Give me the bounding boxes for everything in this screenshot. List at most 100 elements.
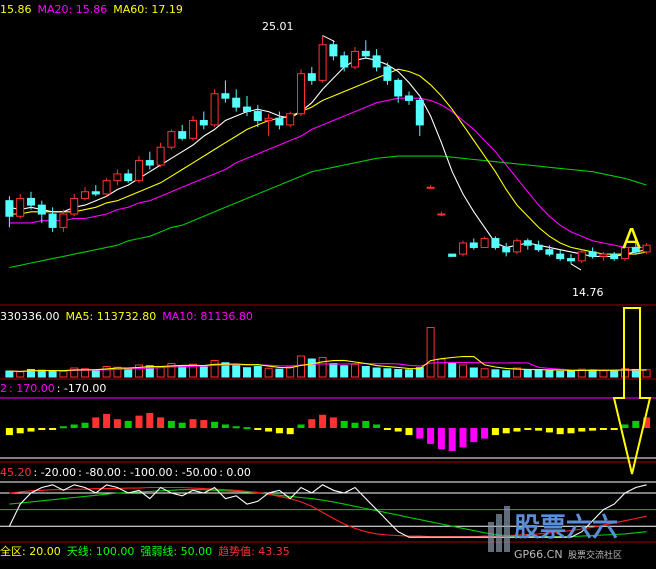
volume-bar-39	[426, 327, 435, 378]
volume-bar-9	[102, 366, 111, 378]
ind1-bar-4	[49, 428, 57, 430]
candle-body-14	[156, 146, 165, 166]
vol-ma5-legend: MA5: 113732.80	[65, 310, 157, 323]
ind1-bar-44	[481, 428, 489, 439]
ind1-bar-54	[589, 428, 597, 431]
candle-body-41	[448, 253, 457, 257]
candle-body-13	[145, 160, 154, 166]
candle-body-51	[556, 253, 565, 260]
ma10-line	[9, 68, 647, 255]
ma10-legend: 15.86	[0, 3, 32, 16]
volume-bar-16	[178, 365, 187, 378]
high-price-label: 25.01	[262, 20, 294, 33]
candle-body-28	[307, 73, 316, 81]
volume-bar-18	[199, 366, 208, 378]
ind1-bar-22	[243, 427, 251, 430]
volume-bar-24	[264, 367, 273, 378]
candle-body-0	[5, 200, 14, 217]
candle-body-17	[188, 119, 198, 139]
price-legend: 15.86 MA20: 15.86 MA60: 17.19	[0, 3, 189, 16]
ind1-bar-7	[81, 422, 89, 428]
ind1-bar-58	[632, 420, 640, 428]
ma20-line	[9, 97, 647, 248]
volume-bar-22	[242, 367, 252, 378]
ind1-bar-28	[308, 419, 316, 428]
candle-body-37	[404, 95, 414, 101]
volume-bar-33	[361, 366, 370, 378]
candle-body-31	[340, 55, 349, 68]
candle-body-24	[264, 117, 273, 121]
candle-body-47	[512, 240, 522, 253]
gp66-logo: 股票六六 GP66.CN 股票交流社区	[488, 502, 656, 565]
candle-body-53	[577, 251, 586, 262]
candle-body-48	[523, 240, 532, 246]
ind1-bar-43	[470, 428, 478, 443]
volume-bar-42	[458, 364, 468, 378]
volume-bar-50	[545, 370, 554, 378]
volume-bar-23	[253, 366, 262, 378]
logo-name: 股票六六	[514, 513, 618, 543]
candle-body-7	[80, 191, 90, 199]
candle-body-38	[415, 99, 424, 126]
ind1-bar-23	[254, 428, 262, 430]
signal-letter: A	[622, 222, 642, 255]
ind1-bar-45	[491, 428, 499, 436]
ind1-bar-25	[275, 428, 283, 434]
ind1-bar-47	[513, 428, 521, 432]
candle-body-11	[124, 173, 133, 182]
ind1-bar-5	[59, 426, 67, 429]
candle-body-12	[134, 160, 144, 182]
ind1-bar-39	[427, 428, 435, 444]
volume-bar-36	[394, 369, 403, 378]
ind1-bar-50	[545, 428, 553, 433]
volume-bar-54	[588, 369, 597, 378]
volume-bar-46	[502, 370, 511, 378]
volume-bar-0	[5, 370, 14, 378]
ind1-bar-55	[599, 428, 607, 430]
price-panel	[5, 35, 651, 271]
candle-body-45	[491, 238, 500, 248]
volume-bar-13	[145, 365, 154, 378]
ind1-bar-52	[567, 428, 575, 434]
ind2-value4: : -100.00	[122, 466, 173, 479]
ind1-bar-8	[92, 417, 100, 428]
candle-body-42	[458, 242, 468, 255]
candle-body-49	[534, 244, 543, 251]
ind1-bar-34	[373, 424, 381, 428]
volume-bar-49	[534, 369, 543, 378]
candle-body-39	[426, 186, 435, 189]
ind1-bar-33	[362, 420, 370, 428]
volume-value: 330336.00	[0, 310, 60, 323]
ind1-bar-14	[157, 417, 165, 428]
ind1-bar-9	[103, 413, 111, 428]
ma60-legend: MA60: 17.19	[113, 3, 183, 16]
ind1-bar-20	[221, 424, 229, 428]
candle-body-55	[599, 253, 608, 257]
ind1-bar-32	[351, 422, 359, 428]
candle-body-59	[642, 244, 651, 253]
volume-bar-45	[491, 369, 500, 378]
candle-body-5	[59, 213, 68, 228]
volume-bar-30	[329, 363, 338, 378]
volume-bar-44	[480, 368, 489, 378]
candle-body-50	[545, 249, 554, 255]
candle-body-54	[588, 251, 597, 257]
volume-bar-8	[91, 369, 100, 378]
ind1-bar-36	[394, 428, 402, 432]
candle-body-3	[37, 204, 46, 215]
ind1-bar-27	[297, 424, 305, 428]
ind1-bar-13	[146, 413, 154, 428]
ind2-value2: : -20.00	[33, 466, 77, 479]
candle-body-22	[242, 106, 252, 113]
ind1-bar-48	[524, 428, 532, 430]
candle-body-20	[221, 93, 230, 99]
volume-bar-19	[210, 360, 219, 378]
zone-legend: 全区: 20.00	[0, 545, 61, 558]
ind1-bar-51	[556, 428, 564, 435]
high-pointer	[322, 35, 335, 43]
ind1-bar-1	[16, 428, 24, 434]
logo-mark: 股票六六 GP66.CN 股票交流社区	[488, 506, 622, 561]
ind1-bar-12	[135, 415, 143, 428]
candle-body-46	[502, 246, 511, 253]
volume-bar-37	[404, 369, 414, 378]
